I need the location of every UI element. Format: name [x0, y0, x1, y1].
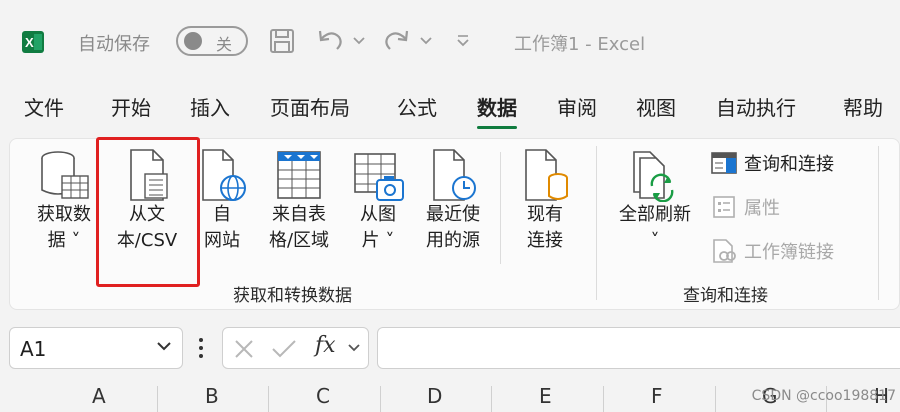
- recent-sources-button[interactable]: 最近使 用的源: [414, 148, 492, 254]
- ribbon-separator: [500, 152, 501, 264]
- refresh-all-button[interactable]: 全部刷新 ˅: [608, 148, 702, 254]
- get-data-label-1: 获取数: [37, 204, 91, 225]
- existing-connection-icon: [525, 149, 568, 201]
- tab-formulas[interactable]: 公式: [397, 92, 437, 121]
- formula-input[interactable]: [377, 327, 900, 369]
- tab-page-layout[interactable]: 页面布局: [270, 92, 350, 121]
- column-divider[interactable]: [157, 386, 158, 412]
- from-picture-label-1: 从图: [360, 204, 396, 225]
- tab-file[interactable]: 文件: [24, 92, 64, 121]
- autosave-label: 自动保存: [78, 34, 150, 55]
- from-picture-label-2: 片 ˅: [361, 230, 395, 251]
- recent-clock-file-icon: [433, 149, 476, 201]
- column-divider[interactable]: [380, 386, 381, 412]
- column-divider[interactable]: [603, 386, 604, 412]
- from-table-label-1: 来自表: [272, 204, 326, 225]
- properties-icon: [713, 196, 735, 218]
- tab-review[interactable]: 审阅: [557, 92, 597, 121]
- tab-automate[interactable]: 自动执行: [716, 92, 796, 121]
- column-header-d[interactable]: D: [427, 384, 442, 408]
- insert-function-button[interactable]: fx: [315, 333, 336, 358]
- existing-connections-button[interactable]: 现有 连接: [514, 148, 576, 254]
- redo-dropdown-icon[interactable]: [420, 36, 432, 46]
- tab-help[interactable]: 帮助: [843, 92, 883, 121]
- from-picture-button[interactable]: 从图 片 ˅: [346, 148, 410, 254]
- more-options-icon[interactable]: [197, 335, 205, 361]
- title-bar: X 自动保存 关 工作簿1 - Excel: [0, 0, 900, 84]
- from-web-label-1: 自: [213, 204, 231, 225]
- undo-dropdown-icon[interactable]: [353, 36, 365, 46]
- queries-pane-icon: [711, 152, 737, 174]
- tab-view[interactable]: 视图: [636, 92, 676, 121]
- chevron-down-icon[interactable]: [347, 343, 361, 353]
- column-header-a[interactable]: A: [92, 384, 106, 408]
- formula-buttons: fx: [222, 327, 369, 369]
- toggle-knob: [184, 32, 202, 50]
- column-header-b[interactable]: B: [205, 384, 219, 408]
- save-icon[interactable]: [268, 27, 296, 55]
- customize-qat-icon[interactable]: [456, 33, 470, 47]
- column-divider[interactable]: [268, 386, 269, 412]
- column-header-e[interactable]: E: [539, 384, 552, 408]
- undo-icon[interactable]: [315, 27, 345, 55]
- workbook-links-button[interactable]: 工作簿链接: [710, 238, 834, 264]
- tab-home[interactable]: 开始: [111, 92, 151, 121]
- existing-connections-label-2: 连接: [527, 230, 563, 251]
- redo-icon[interactable]: [382, 27, 412, 55]
- from-web-label-2: 网站: [204, 230, 240, 251]
- group-separator: [596, 146, 597, 300]
- properties-button[interactable]: 属性: [710, 194, 780, 220]
- queries-connections-button[interactable]: 查询和连接: [710, 150, 834, 176]
- ribbon-tabs: 文件 开始 插入 页面布局 公式 数据 审阅 视图 自动执行 帮助: [0, 92, 900, 132]
- web-globe-icon: [202, 149, 246, 201]
- group-label-queries: 查询和连接: [683, 286, 768, 306]
- autosave-state: 关: [216, 35, 233, 54]
- column-divider[interactable]: [491, 386, 492, 412]
- queries-connections-label: 查询和连接: [744, 154, 834, 175]
- recent-sources-label-1: 最近使: [426, 204, 480, 225]
- get-data-button[interactable]: 获取数 据 ˅: [28, 148, 100, 254]
- chevron-down-icon[interactable]: [156, 340, 172, 352]
- excel-logo-icon: X: [22, 31, 44, 53]
- name-box[interactable]: A1: [9, 327, 183, 369]
- group-separator-2: [878, 146, 879, 300]
- properties-label: 属性: [744, 198, 780, 219]
- cancel-icon[interactable]: [233, 338, 255, 360]
- database-table-icon: [41, 151, 89, 199]
- picture-camera-icon: [354, 153, 404, 201]
- existing-connections-label-1: 现有: [527, 204, 563, 225]
- refresh-all-icon: [633, 151, 674, 202]
- tab-insert[interactable]: 插入: [190, 92, 230, 121]
- refresh-all-label: 全部刷新: [619, 204, 691, 225]
- workbook-links-label: 工作簿链接: [744, 242, 834, 263]
- refresh-all-dropdown[interactable]: ˅: [608, 228, 702, 254]
- enter-check-icon[interactable]: [271, 338, 297, 360]
- from-web-button[interactable]: 自 网站: [196, 148, 248, 254]
- watermark: CSDN @ccoo198817: [751, 388, 896, 404]
- column-header-f[interactable]: F: [651, 384, 663, 408]
- from-table-range-button[interactable]: 来自表 格/区域: [260, 148, 338, 254]
- from-table-label-2: 格/区域: [268, 230, 330, 251]
- group-label-get-transform: 获取和转换数据: [233, 286, 352, 306]
- autosave-toggle[interactable]: 关: [176, 26, 248, 56]
- workbook-links-icon: [713, 239, 736, 263]
- svg-text:X: X: [25, 35, 34, 50]
- document-title: 工作簿1 - Excel: [514, 34, 646, 55]
- highlight-box: [96, 137, 200, 287]
- column-divider[interactable]: [715, 386, 716, 412]
- name-box-value: A1: [20, 337, 47, 361]
- table-range-icon: [277, 151, 321, 199]
- get-data-label-2: 据 ˅: [47, 230, 81, 251]
- tab-data[interactable]: 数据: [477, 92, 517, 129]
- recent-sources-label-2: 用的源: [426, 230, 480, 251]
- column-header-c[interactable]: C: [316, 384, 330, 408]
